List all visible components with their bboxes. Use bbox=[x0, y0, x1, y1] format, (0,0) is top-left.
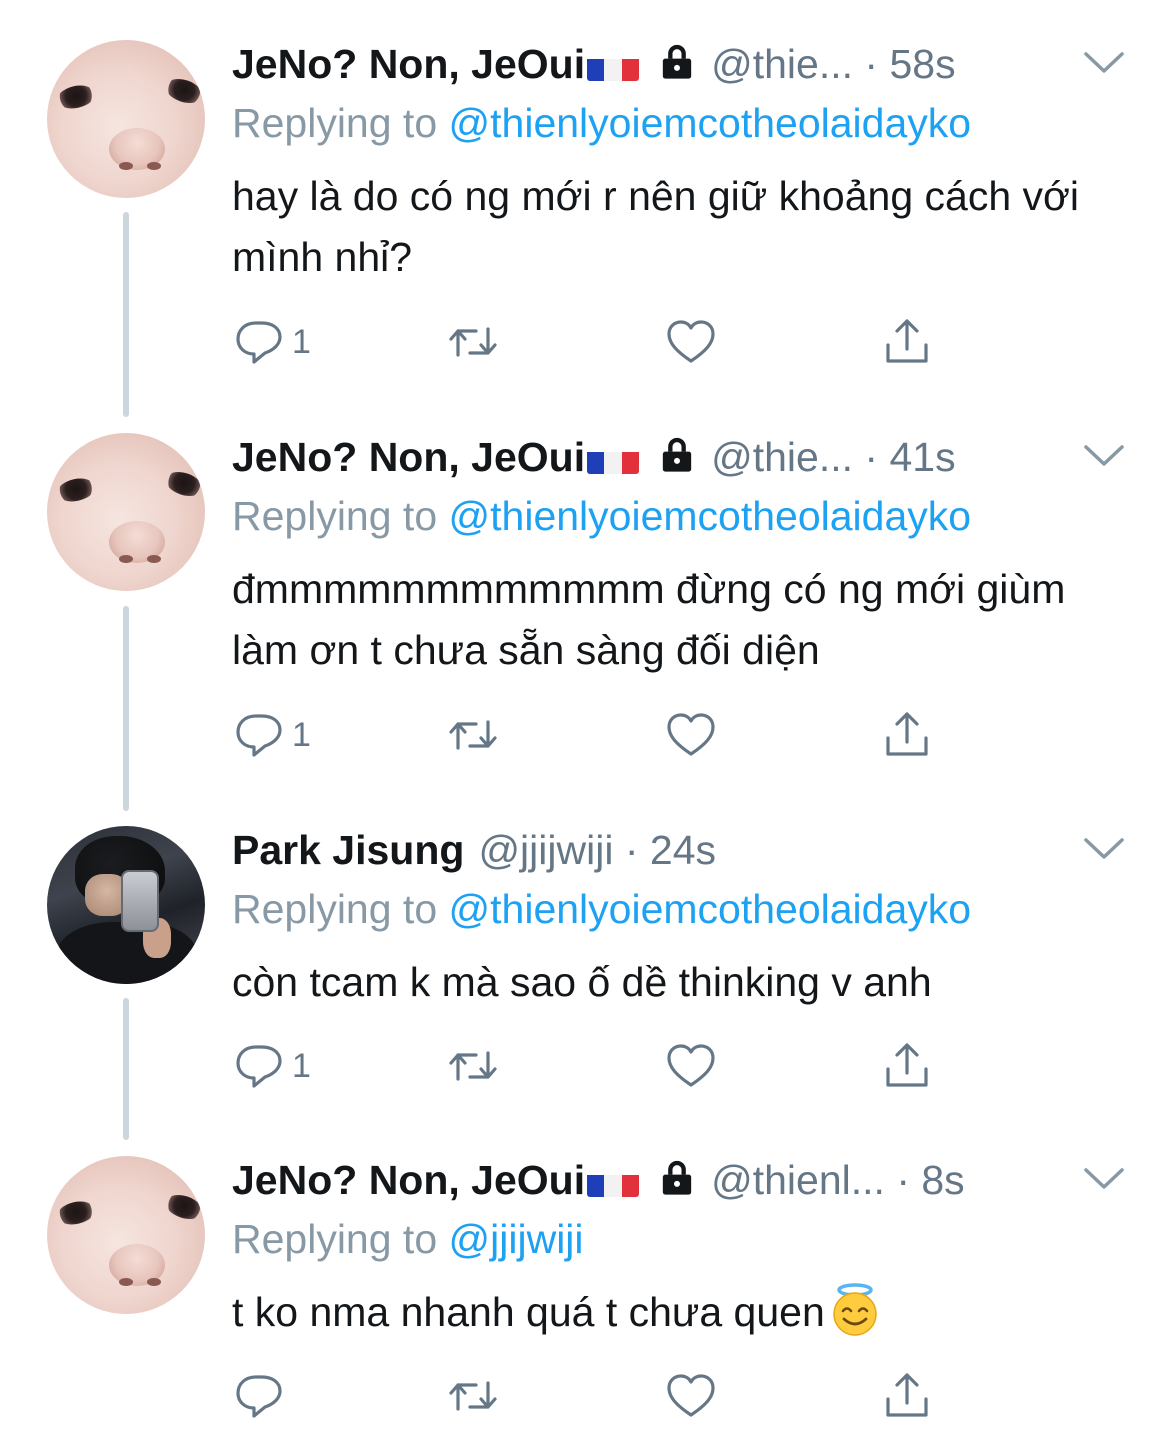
share-icon bbox=[886, 1373, 928, 1417]
like-button[interactable] bbox=[664, 705, 718, 765]
avatar[interactable] bbox=[47, 433, 205, 591]
tweet-text: đmmmmmmmmmmmm đừng có ng mới giùm làm ơn… bbox=[232, 566, 1066, 673]
like-icon bbox=[667, 1374, 715, 1417]
display-name[interactable]: JeNo? Non, JeOui bbox=[232, 434, 585, 480]
retweet-button[interactable] bbox=[446, 1366, 500, 1426]
like-button[interactable] bbox=[664, 312, 718, 372]
user-handle[interactable]: @thie... bbox=[711, 41, 853, 87]
chevron-down-icon[interactable] bbox=[1082, 50, 1126, 76]
reply-icon bbox=[236, 321, 282, 364]
share-button[interactable] bbox=[880, 312, 934, 372]
tweet-text: t ko nma nhanh quá t chưa quen bbox=[232, 1282, 1112, 1343]
tweet-header: JeNo? Non, JeOui @thie... · 58s bbox=[232, 36, 1110, 92]
avatar[interactable] bbox=[47, 1156, 205, 1314]
retweet-button[interactable] bbox=[446, 312, 500, 372]
share-button[interactable] bbox=[880, 1036, 934, 1096]
mention-link[interactable]: @thienlyoiemcotheolaidayko bbox=[449, 886, 972, 932]
france-flag-icon bbox=[587, 49, 640, 81]
replying-label: Replying to bbox=[232, 493, 438, 539]
chevron-down-icon[interactable] bbox=[1082, 443, 1126, 469]
tweet-text: hay là do có ng mới r nên giữ khoảng các… bbox=[232, 173, 1080, 280]
tweet-header: Park Jisung @jjijwiji · 24s bbox=[232, 822, 1110, 878]
display-name[interactable]: Park Jisung bbox=[232, 827, 464, 873]
like-button[interactable] bbox=[664, 1366, 718, 1426]
replying-to: Replying to @thienlyoiemcotheolaidayko bbox=[232, 95, 971, 151]
replying-to: Replying to @thienlyoiemcotheolaidayko bbox=[232, 881, 971, 937]
reply-icon bbox=[236, 1045, 282, 1088]
reply-count: 1 bbox=[292, 322, 311, 361]
mention-link[interactable]: @thienlyoiemcotheolaidayko bbox=[449, 100, 972, 146]
tweet-text: còn tcam k mà sao ố dề thinking v anh bbox=[232, 959, 932, 1005]
tweet-actions bbox=[232, 1366, 952, 1426]
chevron-down-icon[interactable] bbox=[1082, 836, 1126, 862]
tweet[interactable]: JeNo? Non, JeOui @thie... · 41s Replying … bbox=[0, 393, 1170, 787]
retweet-button[interactable] bbox=[446, 1036, 500, 1096]
share-button[interactable] bbox=[880, 1366, 934, 1426]
tweet-actions: 1 bbox=[232, 312, 952, 372]
replying-label: Replying to bbox=[232, 100, 438, 146]
tweet-text-content: t ko nma nhanh quá t chưa quen bbox=[232, 1289, 825, 1335]
chevron-down-icon[interactable] bbox=[1082, 1166, 1126, 1192]
tweet[interactable]: JeNo? Non, JeOui @thienl... · 8s Replying… bbox=[0, 1116, 1170, 1450]
tweet-header: JeNo? Non, JeOui @thienl... · 8s bbox=[232, 1152, 1110, 1208]
reply-button[interactable] bbox=[232, 1366, 292, 1426]
retweet-icon bbox=[449, 1051, 497, 1081]
france-flag-icon bbox=[587, 442, 640, 474]
avatar[interactable] bbox=[47, 826, 205, 984]
display-name[interactable]: JeNo? Non, JeOui bbox=[232, 41, 585, 87]
tweet[interactable]: Park Jisung @jjijwiji · 24s Replying to @… bbox=[0, 786, 1170, 1116]
user-handle[interactable]: @jjijwiji bbox=[478, 827, 613, 873]
tweet-header: JeNo? Non, JeOui @thie... · 41s bbox=[232, 429, 1110, 485]
tweet-actions: 1 bbox=[232, 1036, 952, 1096]
reply-count: 1 bbox=[292, 1046, 311, 1085]
timestamp[interactable]: · 41s bbox=[864, 434, 955, 480]
timestamp[interactable]: · 8s bbox=[896, 1157, 964, 1203]
tweet-actions: 1 bbox=[232, 705, 952, 765]
retweet-icon bbox=[449, 1381, 497, 1411]
like-icon bbox=[667, 713, 715, 756]
retweet-icon bbox=[449, 720, 497, 750]
tweet[interactable]: JeNo? Non, JeOui @thie... · 58s Replying … bbox=[0, 0, 1170, 394]
reply-icon bbox=[236, 1375, 282, 1418]
user-handle[interactable]: @thienl... bbox=[711, 1157, 885, 1203]
reply-thread: JeNo? Non, JeOui @thie... · 58s Replying … bbox=[0, 0, 1170, 1450]
reply-button[interactable]: 1 bbox=[232, 705, 311, 765]
like-button[interactable] bbox=[664, 1036, 718, 1096]
reply-count: 1 bbox=[292, 715, 311, 754]
display-name[interactable]: JeNo? Non, JeOui bbox=[232, 1157, 585, 1203]
timestamp[interactable]: · 58s bbox=[864, 41, 955, 87]
like-icon bbox=[667, 1044, 715, 1087]
share-icon bbox=[886, 319, 928, 363]
retweet-icon bbox=[449, 327, 497, 357]
share-button[interactable] bbox=[880, 705, 934, 765]
replying-to: Replying to @thienlyoiemcotheolaidayko bbox=[232, 488, 971, 544]
like-icon bbox=[667, 320, 715, 363]
smiling-face-with-halo-icon bbox=[833, 1283, 877, 1336]
replying-to: Replying to @jjijwiji bbox=[232, 1211, 584, 1267]
replying-label: Replying to bbox=[232, 1216, 438, 1262]
lock-icon bbox=[662, 437, 692, 472]
mention-link[interactable]: @jjijwiji bbox=[449, 1216, 584, 1262]
retweet-button[interactable] bbox=[446, 705, 500, 765]
lock-icon bbox=[662, 44, 692, 79]
reply-button[interactable]: 1 bbox=[232, 1036, 311, 1096]
timestamp[interactable]: · 24s bbox=[625, 827, 716, 873]
avatar[interactable] bbox=[47, 40, 205, 198]
reply-icon bbox=[236, 714, 282, 757]
replying-label: Replying to bbox=[232, 886, 438, 932]
user-handle[interactable]: @thie... bbox=[711, 434, 853, 480]
reply-button[interactable]: 1 bbox=[232, 312, 311, 372]
france-flag-icon bbox=[587, 1165, 640, 1197]
lock-icon bbox=[662, 1160, 692, 1195]
share-icon bbox=[886, 712, 928, 756]
mention-link[interactable]: @thienlyoiemcotheolaidayko bbox=[449, 493, 972, 539]
share-icon bbox=[886, 1043, 928, 1087]
